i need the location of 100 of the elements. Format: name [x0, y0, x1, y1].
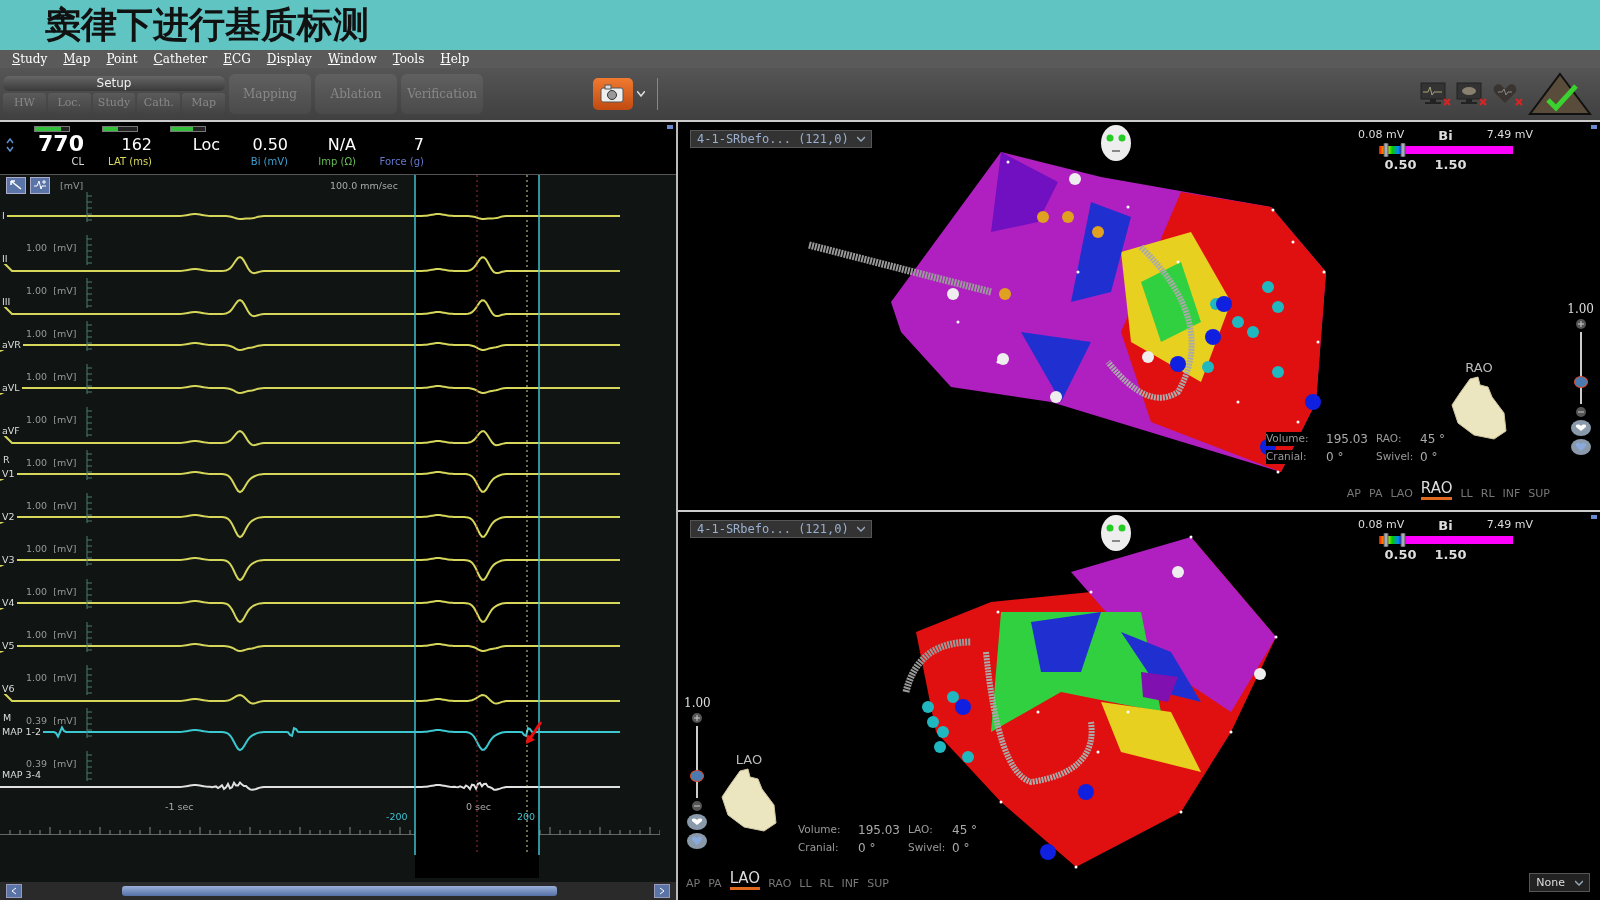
- gain-label: 1.00 [mV]: [26, 672, 77, 683]
- scroll-left-button[interactable]: [6, 884, 22, 898]
- corner-marker: [1591, 515, 1597, 519]
- caret-icon[interactable]: [637, 91, 645, 97]
- chevron-right-icon: [658, 887, 666, 895]
- caret-icon: [856, 136, 865, 142]
- zoom-in-button[interactable]: [692, 713, 703, 723]
- zoom-out-button[interactable]: [1575, 407, 1586, 417]
- view-tab[interactable]: LL: [1460, 487, 1473, 500]
- view-reset-button[interactable]: [1570, 420, 1591, 436]
- channel-name: II: [0, 253, 10, 264]
- view-reset-button[interactable]: [687, 814, 708, 830]
- menu-item[interactable]: Window: [319, 52, 385, 66]
- horizontal-scrollbar[interactable]: [0, 882, 676, 900]
- view-tab[interactable]: PA: [708, 877, 722, 890]
- scroll-right-button[interactable]: [654, 884, 670, 898]
- view-tab[interactable]: RAO: [1420, 479, 1453, 500]
- view-tab[interactable]: AP: [686, 877, 701, 890]
- stat-label: Cranial:: [1266, 450, 1307, 464]
- field-value: 770: [38, 132, 84, 156]
- anatomy-map-drawing[interactable]: [808, 152, 1326, 474]
- field-value: N/A: [327, 134, 356, 156]
- field-value: 0.50: [252, 134, 288, 156]
- menu-item[interactable]: Study: [4, 52, 56, 66]
- view-tab[interactable]: SUP: [867, 877, 889, 890]
- field-label: Imp (Ω): [318, 156, 356, 167]
- field-value: 162: [121, 134, 152, 156]
- menu-item[interactable]: Point: [98, 52, 146, 66]
- menu-item[interactable]: Help: [432, 52, 478, 66]
- gain-label: 1.00 [mV]: [26, 242, 77, 253]
- anatomy-map-drawing[interactable]: [902, 535, 1278, 869]
- scale-bar: [86, 450, 94, 480]
- view-tab[interactable]: RL: [1480, 487, 1495, 500]
- setup-tab[interactable]: Setup: [3, 75, 225, 91]
- view-tab[interactable]: INF: [1502, 487, 1521, 500]
- color-scale-bar[interactable]: [1378, 533, 1513, 547]
- caret-icon: [856, 526, 865, 532]
- slide-title: 窦律下进行基质标测: [45, 2, 369, 47]
- channel-name: III: [0, 296, 13, 307]
- cursor-tool-button[interactable]: [6, 176, 26, 194]
- channel-name: V4: [0, 597, 17, 608]
- channel-name: V5: [0, 640, 17, 651]
- heart-model-icon: [718, 767, 780, 833]
- heart-icon[interactable]: [1492, 81, 1524, 107]
- channel-name: V3: [0, 554, 17, 565]
- monitor-icon[interactable]: [1420, 81, 1452, 107]
- menu-item[interactable]: Tools: [384, 52, 433, 66]
- map-dropdown[interactable]: 4-1-SRbefo... (121,0): [690, 520, 872, 538]
- menu-item[interactable]: ECG: [215, 52, 259, 66]
- monitor-icon[interactable]: [1456, 81, 1488, 107]
- zoom-value: 1.00: [1567, 302, 1594, 316]
- signal-type: Bi: [1438, 128, 1453, 143]
- scale-bar: [86, 407, 94, 437]
- map-dropdown[interactable]: 4-1-SRbefo... (121,0): [690, 130, 872, 148]
- range-min: 0.08 mV: [1358, 518, 1405, 533]
- up-down-icon[interactable]: [6, 138, 14, 152]
- corner-marker: [667, 125, 673, 129]
- color-scale-bar[interactable]: [1378, 143, 1513, 157]
- camera-button[interactable]: [593, 78, 633, 110]
- scale-bar: [86, 751, 94, 781]
- view-tab[interactable]: LAO: [729, 869, 761, 890]
- camera-icon: [600, 84, 626, 104]
- scroll-thumb[interactable]: [122, 886, 557, 896]
- menu-item[interactable]: Display: [258, 52, 320, 66]
- group-label: M: [3, 712, 12, 723]
- view-tab[interactable]: LL: [799, 877, 812, 890]
- zoom-in-button[interactable]: [1575, 319, 1586, 329]
- stat-value: 45 °: [1420, 432, 1446, 446]
- check-triangle-icon[interactable]: [1528, 72, 1592, 116]
- stat-value: 45 °: [952, 823, 978, 837]
- gain-label: 1.00 [mV]: [26, 414, 77, 425]
- field-label: LAT (ms): [108, 156, 152, 167]
- scale-bar: [86, 708, 94, 738]
- level-meter: [170, 126, 206, 132]
- view-tab[interactable]: RAO: [768, 877, 792, 890]
- view-tab[interactable]: LAO: [1390, 487, 1413, 500]
- view-tab[interactable]: RL: [819, 877, 834, 890]
- filter-dropdown[interactable]: None: [1529, 873, 1590, 892]
- time-label: 200: [517, 811, 536, 822]
- view-fit-button[interactable]: [1570, 439, 1591, 455]
- channel-name: MAP 1-2: [0, 726, 43, 737]
- channel-name: MAP 3-4: [0, 769, 43, 780]
- head-orientation-icon[interactable]: [1100, 514, 1132, 552]
- head-orientation-icon[interactable]: [1100, 124, 1132, 162]
- gain-label: 1.00 [mV]: [26, 457, 77, 468]
- gain-label: 1.00 [mV]: [26, 543, 77, 554]
- menu-item[interactable]: Map: [55, 52, 99, 66]
- zoom-out-button[interactable]: [692, 801, 703, 811]
- waveform-tool-button[interactable]: [30, 176, 50, 194]
- view-tab[interactable]: PA: [1369, 487, 1383, 500]
- view-tab[interactable]: INF: [841, 877, 860, 890]
- view-tab[interactable]: SUP: [1528, 487, 1550, 500]
- channel-name: aVF: [0, 425, 22, 436]
- menu-item[interactable]: Catheter: [145, 52, 216, 66]
- arrow-icon: [524, 720, 544, 746]
- signal-type: Bi: [1438, 518, 1453, 533]
- stat-value: 195.03: [858, 823, 900, 837]
- view-fit-button[interactable]: [687, 833, 708, 849]
- view-tab[interactable]: AP: [1346, 487, 1361, 500]
- sweep-speed: 100.0 mm/sec: [330, 179, 398, 191]
